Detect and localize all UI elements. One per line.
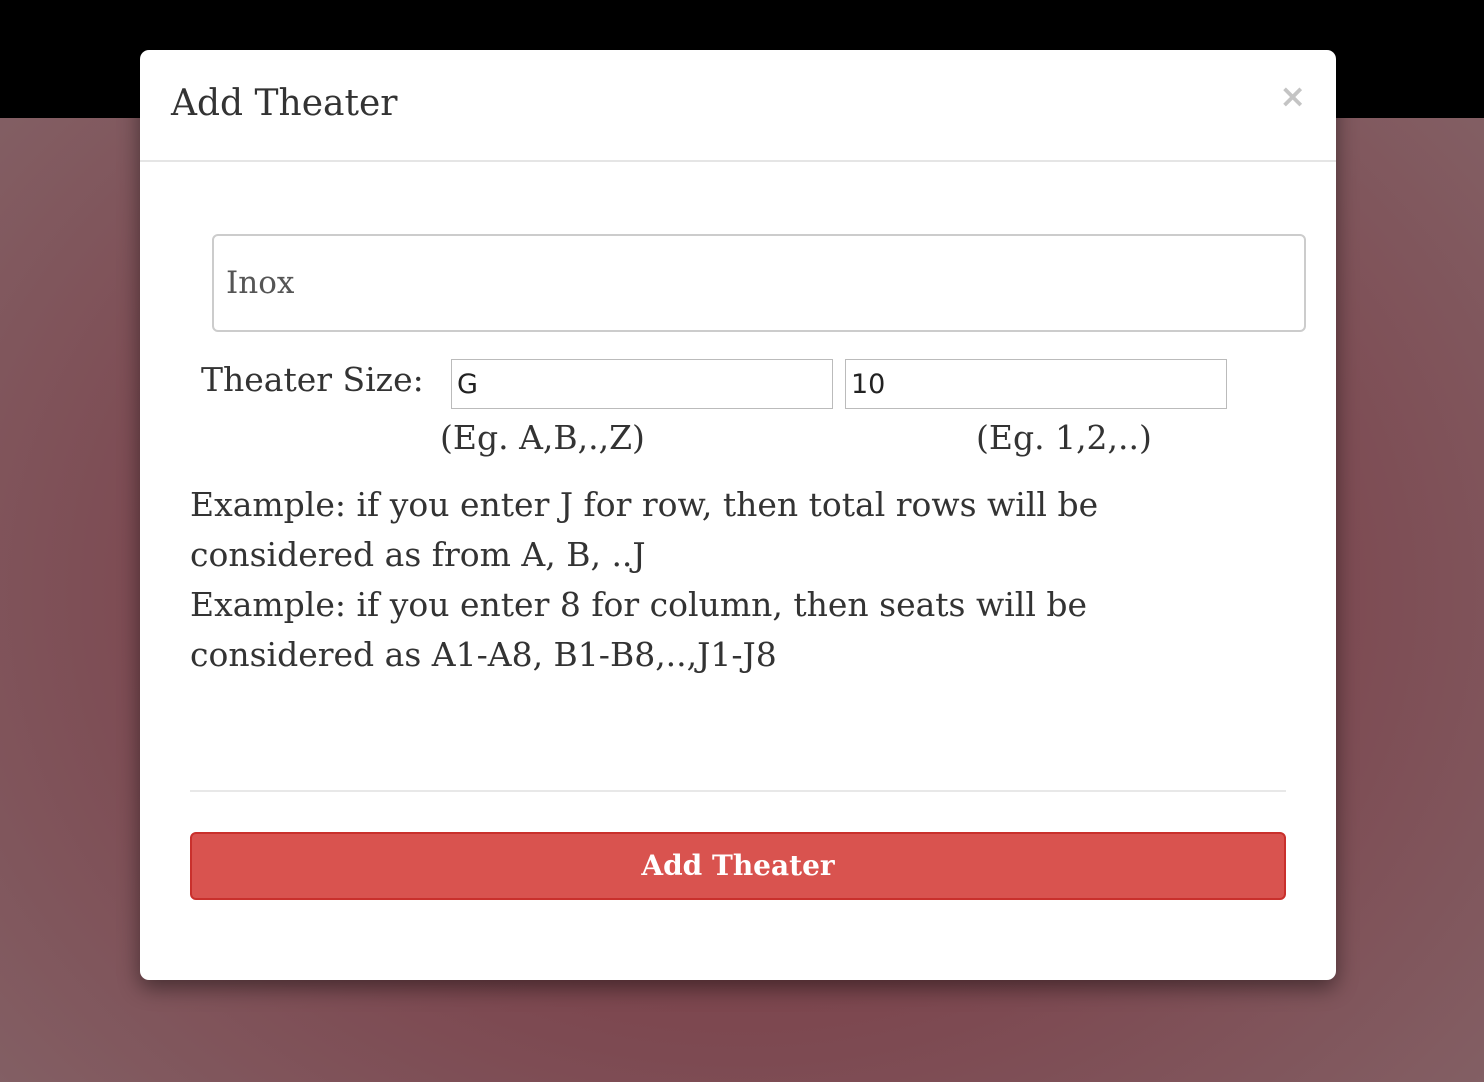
example-rows-text: Example: if you enter J for row, then to… <box>190 485 1099 574</box>
theater-size-label: Theater Size: <box>201 360 424 399</box>
add-theater-modal: Add Theater × Theater Size: (Eg. A,B,.,Z… <box>140 50 1336 980</box>
add-theater-button[interactable]: Add Theater <box>190 832 1286 900</box>
rows-hint: (Eg. A,B,.,Z) <box>440 418 645 457</box>
modal-header: Add Theater × <box>140 50 1336 162</box>
theater-rows-input[interactable] <box>451 359 833 409</box>
theater-columns-input[interactable] <box>845 359 1227 409</box>
footer-divider <box>190 790 1286 792</box>
example-columns-text: Example: if you enter 8 for column, then… <box>190 585 1088 674</box>
columns-hint: (Eg. 1,2,..) <box>976 418 1152 457</box>
theater-name-input[interactable] <box>212 234 1306 332</box>
close-icon[interactable]: × <box>1279 78 1306 114</box>
modal-title: Add Theater <box>171 83 398 124</box>
